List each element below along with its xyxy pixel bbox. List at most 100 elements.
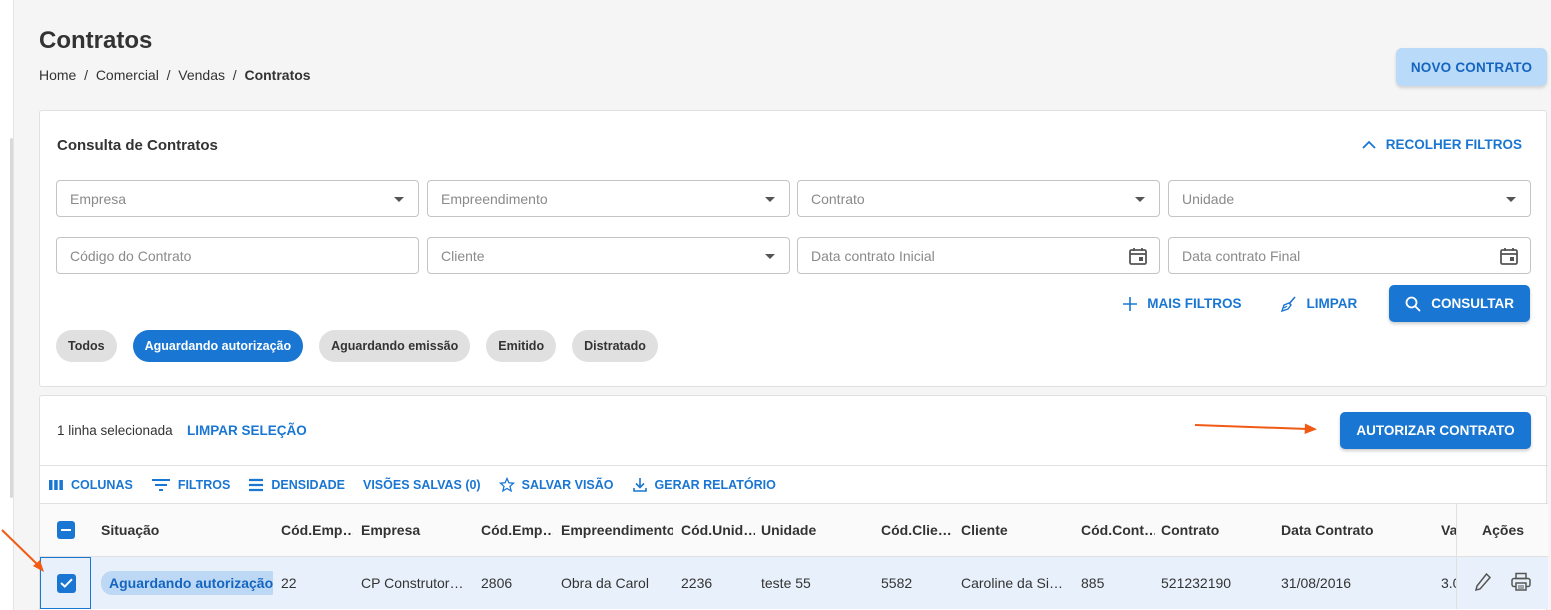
saved-views-button[interactable]: VISÕES SALVAS (0) [363,478,481,492]
grid-toolbar: COLUNAS FILTROS DENSIDADE VISÕES SALVAS … [40,465,1548,503]
save-view-label: SALVAR VISÃO [521,477,614,492]
calendar-icon[interactable] [1128,246,1148,266]
header-empresa[interactable]: Empresa [361,504,471,556]
empresa-select[interactable]: Empresa [56,180,419,217]
density-icon [249,478,264,491]
header-unidade[interactable]: Unidade [761,504,871,556]
selection-count: 1 linha selecionada [57,423,173,438]
columns-label: COLUNAS [71,477,133,492]
cell-unidade: teste 55 [761,575,811,591]
cell-data-contrato: 31/08/2016 [1281,575,1352,591]
consultar-button[interactable]: CONSULTAR [1389,285,1530,322]
header-cliente[interactable]: Cliente [961,504,1071,556]
calendar-icon[interactable] [1499,246,1519,266]
collapse-filters-label: RECOLHER FILTROS [1385,137,1522,152]
status-badge: Aguardando autorização [101,571,273,595]
chip-aguardando-autorizacao[interactable]: Aguardando autorização [132,330,304,362]
breadcrumb-home[interactable]: Home [39,67,76,83]
chip-aguardando-emissao[interactable]: Aguardando emissão [319,330,471,362]
empreendimento-placeholder: Empreendimento [441,190,548,207]
header-cod-cont[interactable]: Cód.Cont… [1081,504,1155,556]
chevron-up-icon [1362,140,1376,149]
annotation-arrow-diagonal [1,529,44,572]
filters-title: Consulta de Contratos [57,137,218,154]
data-inicial-input[interactable]: Data contrato Inicial [797,237,1160,274]
pencil-icon[interactable] [1474,572,1492,592]
new-contract-button[interactable]: NOVO CONTRATO [1396,48,1547,86]
chip-emitido[interactable]: Emitido [486,330,557,362]
empreendimento-select[interactable]: Empreendimento [427,180,790,217]
unidade-select[interactable]: Unidade [1168,180,1531,217]
caret-down-icon [765,254,775,259]
data-final-input[interactable]: Data contrato Final [1168,237,1531,274]
header-data-contrato[interactable]: Data Contrato [1281,504,1401,556]
saved-views-label: VISÕES SALVAS (0) [362,477,481,492]
breadcrumb: Home / Comercial / Vendas / Contratos [39,67,311,83]
clear-selection-link[interactable]: LIMPAR SELEÇÃO [187,423,307,438]
codigo-contrato-placeholder: Código do Contrato [70,247,192,264]
table-row[interactable]: Aguardando autorização 22 CP Construtor…… [40,557,1548,609]
cell-cod-empreend: 2806 [481,575,513,591]
annotation-arrow-right [1194,423,1317,434]
chip-distratado[interactable]: Distratado [572,330,658,362]
cell-acoes [1456,557,1548,609]
caret-down-icon [1135,197,1145,202]
density-button[interactable]: DENSIDADE [248,478,345,492]
more-filters-button[interactable]: MAIS FILTROS [1122,296,1242,312]
clear-filters-button[interactable]: LIMPAR [1280,295,1358,313]
header-contrato[interactable]: Contrato [1161,504,1271,556]
header-cod-unid[interactable]: Cód.Unid… [681,504,755,556]
authorize-contract-button[interactable]: AUTORIZAR CONTRATO [1340,412,1531,449]
header-valor[interactable]: Va [1441,504,1456,556]
codigo-contrato-input[interactable]: Código do Contrato [56,237,419,274]
sidebar-scrollbar[interactable] [10,138,13,498]
breadcrumb-vendas[interactable]: Vendas [178,67,225,83]
header-acoes: Ações [1482,522,1525,538]
report-button[interactable]: GERAR RELATÓRIO [632,477,776,493]
filters-button[interactable]: FILTROS [151,478,230,492]
cell-empresa: CP Construtor… [361,575,464,591]
consultar-label: CONSULTAR [1431,296,1514,311]
breadcrumb-current: Contratos [244,67,311,83]
table-header: Situação Cód.Emp… Empresa Cód.Emp… Empre… [40,503,1548,557]
header-empreendimento[interactable]: Empreendimento [561,504,673,556]
plus-icon [1123,296,1138,311]
contrato-placeholder: Contrato [811,190,865,207]
clear-filters-label: LIMPAR [1306,296,1358,311]
header-cod-emp[interactable]: Cód.Emp… [281,504,353,556]
contrato-select[interactable]: Contrato [797,180,1160,217]
density-label: DENSIDADE [271,477,345,492]
status-chips: Todos Aguardando autorização Aguardando … [56,330,658,362]
header-cod-empreend[interactable]: Cód.Emp… [481,504,553,556]
report-label: GERAR RELATÓRIO [654,477,776,492]
cell-cod-emp: 22 [281,575,297,591]
columns-icon [49,479,63,490]
check-icon [60,578,73,588]
header-situacao[interactable]: Situação [101,504,271,556]
cell-cod-cont: 885 [1081,575,1105,591]
header-cod-cli[interactable]: Cód.Clie… [881,504,953,556]
chip-todos[interactable]: Todos [56,330,117,362]
cell-contrato: 521232190 [1161,575,1232,591]
row-checkbox[interactable] [57,573,76,593]
cell-empreendimento: Obra da Carol [561,575,649,591]
select-all-checkbox[interactable] [57,521,75,539]
download-icon [632,477,647,492]
caret-down-icon [765,197,775,202]
unidade-placeholder: Unidade [1182,190,1235,207]
caret-down-icon [394,197,404,202]
cliente-select[interactable]: Cliente [427,237,790,274]
filter-lines-icon [151,478,170,491]
search-icon [1405,296,1421,312]
header-acoes-col: Ações [1456,504,1548,556]
printer-icon[interactable] [1510,572,1532,592]
caret-down-icon [1506,197,1516,202]
breadcrumb-comercial[interactable]: Comercial [96,67,159,83]
columns-button[interactable]: COLUNAS [48,478,133,492]
collapse-filters-button[interactable]: RECOLHER FILTROS [1362,137,1522,152]
cliente-placeholder: Cliente [441,247,485,264]
select-all-cell [57,504,75,556]
filters-card: Consulta de Contratos RECOLHER FILTROS E… [39,110,1547,387]
cell-cod-unid: 2236 [681,575,713,591]
save-view-button[interactable]: SALVAR VISÃO [498,476,614,493]
